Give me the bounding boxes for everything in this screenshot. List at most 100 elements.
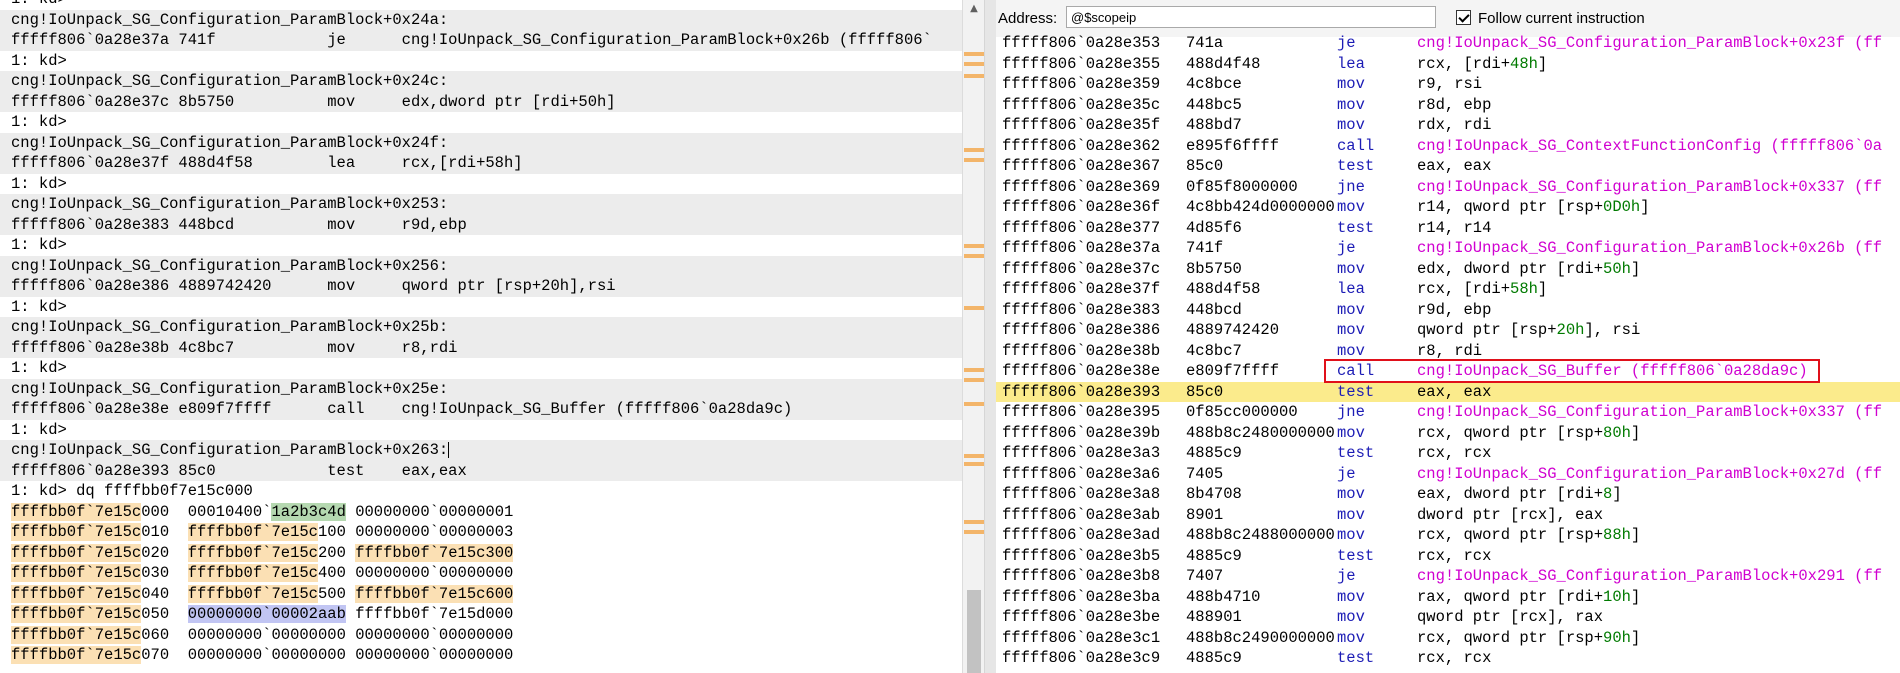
instruction-mnemonic: mov — [1337, 300, 1365, 319]
disassembly-row[interactable]: fffff806`0a28e3ad 488b8c2488000000 mov rcx,… — [996, 525, 1900, 546]
disassembly-row[interactable]: fffff806`0a28e37a 741f je cng!IoUnpack_SG_C… — [996, 238, 1900, 259]
disassembly-row[interactable]: fffff806`0a28e35c 448bc5 mov r8d, ebp — [996, 95, 1900, 116]
disassembly-row[interactable]: fffff806`0a28e3c9 4885c9 test rcx, rcx — [996, 648, 1900, 669]
disassembly-row[interactable]: fffff806`0a28e38e e809f7ffff call cng!IoUnp… — [996, 361, 1900, 382]
disassembly-row[interactable]: fffff806`0a28e3a8 8b4708 mov eax, dword ptr… — [996, 484, 1900, 505]
dump-qword-suffix: 100 — [317, 523, 346, 541]
disassembly-row[interactable]: fffff806`0a28e395 0f85cc000000 jne cng!IoUn… — [996, 402, 1900, 423]
dump-qword-highlight: ffffbb0f`7e15c — [187, 543, 318, 562]
instruction-address: fffff806`0a28e37a — [1002, 239, 1161, 257]
dump-address-suffix: 030 — [141, 564, 170, 582]
instruction-mnemonic: mov — [1337, 505, 1365, 524]
command-line-text: fffff806`0a28e38b 4c8bc7 mov r8,rdi — [11, 338, 458, 357]
instruction-operands: rcx, rcx — [1417, 444, 1492, 462]
instruction-bytes: 8901 — [1186, 505, 1224, 524]
command-line: cng!IoUnpack_SG_Configuration_ParamBlock… — [0, 440, 962, 461]
instruction-operands: eax, eax — [1417, 382, 1492, 401]
disassembly-window[interactable]: Address: Follow current instruction ffff… — [996, 0, 1900, 673]
command-line: cng!IoUnpack_SG_Configuration_ParamBlock… — [0, 317, 962, 338]
scroll-up-arrow-icon[interactable]: ▲ — [963, 0, 985, 18]
scroll-thumb[interactable] — [967, 590, 981, 673]
disassembly-row[interactable]: fffff806`0a28e36f 4c8bb424d0000000 mov r14,… — [996, 197, 1900, 218]
command-window[interactable]: 1: kd> cng!IoUnpack_SG_Configuration_Para… — [0, 0, 962, 673]
dump-address: ffffbb0f`7e15c — [11, 625, 142, 644]
memory-dump-row: ffffbb0f`7e15c000 00010400`1a2b3c4d 0000… — [0, 502, 962, 523]
command-line-text: fffff806`0a28e38e e809f7ffff call cng!Io… — [11, 400, 793, 418]
disassembly-row[interactable]: fffff806`0a28e35f 488bd7 mov rdx, rdi — [996, 115, 1900, 136]
disassembly-row[interactable]: fffff806`0a28e3b8 7407 je cng!IoUnpack_SG_C… — [996, 566, 1900, 587]
dump-qword: 00000000`00000000 — [187, 646, 346, 664]
instruction-operands: cng!IoUnpack_SG_Configuration_ParamBlock… — [1417, 177, 1883, 196]
instruction-address: fffff806`0a28e37c — [1002, 259, 1161, 278]
command-line-text: fffff806`0a28e386 4889742420 mov qword p… — [11, 277, 616, 295]
dump-address: ffffbb0f`7e15c — [11, 584, 142, 603]
current-instruction-row[interactable]: fffff806`0a28e393 85c0 test eax, eax — [996, 381, 1900, 402]
instruction-mnemonic: lea — [1337, 280, 1365, 298]
command-line: 1: kd> — [0, 358, 962, 379]
instruction-bytes: 4885c9 — [1186, 649, 1242, 667]
instruction-operands: eax, dword ptr [rdi+8] — [1417, 485, 1622, 503]
dump-qword-highlight: 00000000`00002aab — [187, 605, 346, 623]
instruction-bytes: 488b8c2480000000 — [1186, 423, 1335, 442]
instruction-operands: cng!IoUnpack_SG_Configuration_ParamBlock… — [1417, 567, 1883, 585]
instruction-address: fffff806`0a28e386 — [1002, 321, 1161, 339]
disassembly-row[interactable]: fffff806`0a28e3b5 4885c9 test rcx, rcx — [996, 546, 1900, 567]
disassembly-row[interactable]: fffff806`0a28e367 85c0 test eax, eax — [996, 156, 1900, 177]
dump-address-suffix: 060 — [141, 625, 170, 644]
dump-address-suffix: 070 — [141, 646, 170, 664]
instruction-mnemonic: test — [1337, 546, 1375, 565]
disassembly-row[interactable]: fffff806`0a28e386 4889742420 mov qword ptr … — [996, 320, 1900, 341]
scroll-marker — [964, 368, 984, 372]
instruction-mnemonic: mov — [1337, 198, 1365, 216]
follow-current-instruction-checkbox[interactable] — [1456, 10, 1471, 25]
instruction-address: fffff806`0a28e355 — [1002, 54, 1161, 73]
disassembly-row[interactable]: fffff806`0a28e3a3 4885c9 test rcx, rcx — [996, 443, 1900, 464]
disassembly-row[interactable]: fffff806`0a28e3ba 488b4710 mov rax, qword p… — [996, 587, 1900, 608]
dump-qword: 00000000`00000000 — [355, 625, 514, 644]
disassembly-row[interactable]: fffff806`0a28e3be 488901 mov qword ptr [rcx… — [996, 607, 1900, 628]
disassembly-row[interactable]: fffff806`0a28e362 e895f6ffff call cng!IoUnp… — [996, 136, 1900, 157]
instruction-address: fffff806`0a28e353 — [1002, 34, 1161, 52]
command-scrollbar[interactable]: ▲ — [962, 0, 985, 673]
instruction-mnemonic: mov — [1337, 608, 1365, 626]
memory-dump-row: ffffbb0f`7e15c010 ffffbb0f`7e15c100 0000… — [0, 522, 962, 543]
disassembly-row[interactable]: fffff806`0a28e3ab 8901 mov dword ptr [rcx],… — [996, 505, 1900, 526]
instruction-mnemonic: test — [1337, 649, 1375, 667]
command-line-text: cng!IoUnpack_SG_Configuration_ParamBlock… — [11, 133, 449, 152]
dump-qword: 00000000`00000000 — [355, 646, 514, 664]
instruction-address: fffff806`0a28e35f — [1002, 116, 1161, 134]
disassembly-row[interactable]: fffff806`0a28e369 0f85f8000000 jne cng!IoUn… — [996, 177, 1900, 198]
command-line-text: 1: kd> — [11, 113, 67, 131]
dump-qword-highlight: 1a2b3c4d — [271, 502, 346, 521]
scroll-marker — [964, 52, 984, 56]
dump-qword-highlight: ffffbb0f`7e15c — [187, 564, 318, 582]
instruction-bytes: 488901 — [1186, 608, 1242, 626]
command-line: fffff806`0a28e38b 4c8bc7 mov r8,rdi — [0, 337, 962, 358]
command-line-text: 1: kd> dq ffffbb0f7e15c000 — [11, 482, 253, 500]
dump-address-suffix: 010 — [141, 523, 170, 541]
disassembly-row[interactable]: fffff806`0a28e39b 488b8c2480000000 mov rcx,… — [996, 423, 1900, 444]
command-line: cng!IoUnpack_SG_Configuration_ParamBlock… — [0, 378, 962, 399]
command-line-text: 1: kd> — [11, 297, 67, 316]
disassembly-row[interactable]: fffff806`0a28e383 448bcd mov r9d, ebp — [996, 300, 1900, 321]
dump-qword-highlight: ffffbb0f`7e15c — [187, 523, 318, 541]
disassembly-row[interactable]: fffff806`0a28e38b 4c8bc7 mov r8, rdi — [996, 341, 1900, 362]
instruction-operands: eax, eax — [1417, 157, 1492, 175]
command-line-text: cng!IoUnpack_SG_Configuration_ParamBlock… — [11, 72, 449, 90]
disassembly-row[interactable]: fffff806`0a28e355 488d4f48 lea rcx, [rdi+48… — [996, 54, 1900, 75]
disassembly-row[interactable]: fffff806`0a28e359 4c8bce mov r9, rsi — [996, 74, 1900, 95]
disassembly-row[interactable]: fffff806`0a28e377 4d85f6 test r14, r14 — [996, 218, 1900, 239]
instruction-bytes: 8b4708 — [1186, 485, 1242, 503]
address-input[interactable] — [1066, 6, 1436, 28]
follow-current-instruction-label[interactable]: Follow current instruction — [1478, 10, 1645, 27]
instruction-bytes: 488b8c2490000000 — [1186, 628, 1335, 647]
instruction-operands: rcx, qword ptr [rsp+88h] — [1417, 526, 1641, 544]
instruction-mnemonic: lea — [1337, 54, 1365, 73]
command-line: fffff806`0a28e37c 8b5750 mov edx,dword p… — [0, 91, 962, 112]
instruction-address: fffff806`0a28e36f — [1002, 198, 1161, 216]
disassembly-row[interactable]: fffff806`0a28e353 741a je cng!IoUnpack_SG_C… — [996, 33, 1900, 54]
disassembly-row[interactable]: fffff806`0a28e37c 8b5750 mov edx, dword ptr… — [996, 259, 1900, 280]
disassembly-row[interactable]: fffff806`0a28e3a6 7405 je cng!IoUnpack_SG_C… — [996, 464, 1900, 485]
disassembly-row[interactable]: fffff806`0a28e37f 488d4f58 lea rcx, [rdi+58… — [996, 279, 1900, 300]
disassembly-row[interactable]: fffff806`0a28e3c1 488b8c2490000000 mov rcx,… — [996, 628, 1900, 649]
